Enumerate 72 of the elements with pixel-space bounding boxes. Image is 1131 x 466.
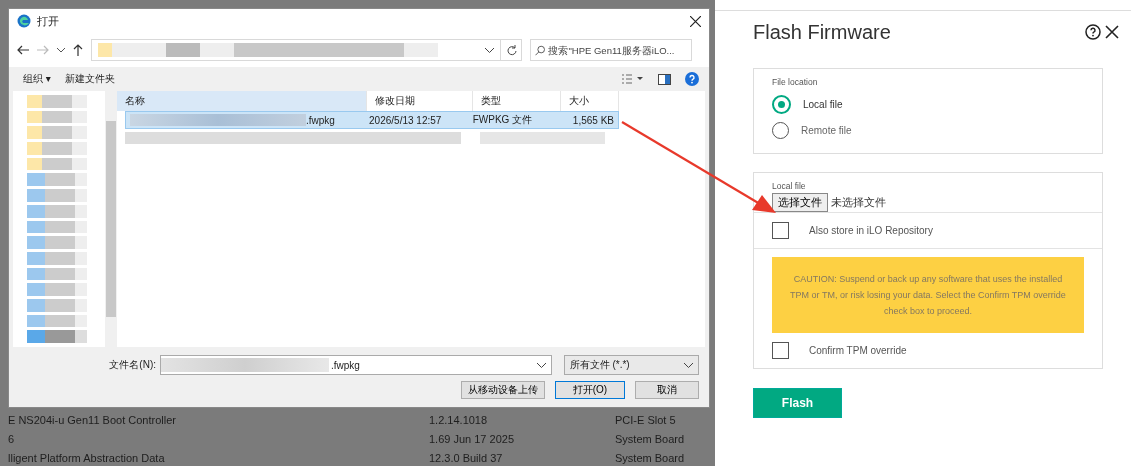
blurred-folder-item[interactable]: [27, 251, 87, 265]
blurred-folder-item[interactable]: [27, 236, 87, 249]
file-date: 2026/5/13 12:57: [368, 114, 443, 126]
checkbox[interactable]: [772, 222, 789, 239]
dialog-button[interactable]: 取消: [635, 381, 699, 399]
filename-value: .fwpkg: [331, 359, 360, 371]
blurred-folder-item[interactable]: [27, 220, 87, 234]
toolbar-button[interactable]: 新建文件夹: [64, 72, 115, 86]
checkbox-label: Confirm TPM override: [809, 345, 907, 356]
radio-button[interactable]: [772, 95, 791, 114]
forward-arrow-icon[interactable]: [37, 45, 49, 55]
chevron-down-icon: [684, 362, 693, 368]
blurred-folder-item[interactable]: [27, 173, 87, 187]
blurred-folder-item[interactable]: [27, 95, 87, 108]
refresh-icon: [505, 44, 517, 56]
table-cell-text: lligent Platform Abstraction Data: [7, 451, 166, 464]
table-cell-text: 6: [7, 432, 16, 445]
file-row[interactable]: .fwpkg 2026/5/13 12:57 FWPKG 文件 1,565 KB: [125, 111, 619, 129]
table-cell: System Board: [615, 451, 685, 464]
field-label: Local file: [772, 181, 807, 191]
table-cell-text: E NS204i-u Gen11 Boot Controller: [7, 413, 177, 426]
close-icon[interactable]: [1105, 25, 1119, 39]
blurred-folder-item[interactable]: [27, 110, 87, 124]
blurred-folder-item[interactable]: [27, 157, 87, 171]
blurred-folder-item[interactable]: [27, 142, 87, 155]
choose-file-button[interactable]: 选择文件: [772, 193, 828, 212]
radio-label: Remote file: [801, 125, 852, 136]
blurred-folder-item[interactable]: [27, 204, 87, 218]
search-icon: [535, 44, 546, 56]
table-cell-text: 1.2.14.1018: [429, 413, 489, 426]
toolbar-button[interactable]: 组织 ▾: [23, 72, 51, 86]
file-name: .fwpkg: [306, 114, 335, 126]
column-header[interactable]: 名称: [117, 91, 367, 111]
table-cell: PCI-E Slot 5: [615, 413, 676, 426]
chevron-down-icon[interactable]: [57, 47, 65, 53]
checkbox[interactable]: [772, 342, 789, 359]
file-size: 1,565 KB: [571, 114, 615, 126]
back-arrow-icon[interactable]: [17, 45, 29, 55]
refresh-button[interactable]: [500, 39, 522, 61]
help-icon[interactable]: [1085, 24, 1101, 40]
table-cell-text: 1.69 Jun 17 2025: [429, 432, 516, 445]
panel-title: Flash Firmware: [753, 20, 891, 44]
blurred-folder-item[interactable]: [27, 330, 87, 343]
filename-label: 文件名(N):: [108, 358, 157, 372]
address-field[interactable]: [91, 39, 501, 61]
file-type: FWPKG 文件: [471, 113, 534, 127]
table-cell: System Board: [615, 432, 685, 445]
view-options-icon[interactable]: [622, 74, 644, 84]
blurred-folder-item[interactable]: [27, 283, 87, 296]
close-icon[interactable]: [690, 15, 701, 27]
preview-pane-icon[interactable]: [658, 73, 671, 85]
dialog-button[interactable]: 打开(O): [555, 381, 625, 399]
browser-logo-icon: [17, 14, 31, 28]
file-type-dropdown[interactable]: 所有文件 (*.*): [563, 355, 699, 375]
filename-field[interactable]: .fwpkg: [160, 355, 552, 375]
table-cell-text: 12.3.0 Build 37: [429, 451, 504, 464]
dialog-title: 打开: [37, 13, 59, 29]
radio-label: Local file: [803, 99, 843, 110]
caution-message: CAUTION: Suspend or back up any software that uses the installed TPM or TM, or risk losing your data. Select the Confirm TPM override check box to proceed.: [772, 257, 1084, 333]
chevron-down-icon[interactable]: [485, 47, 494, 53]
up-arrow-icon[interactable]: [73, 44, 83, 56]
blurred-folder-item[interactable]: [27, 126, 87, 140]
blurred-folder-item[interactable]: [27, 314, 87, 328]
search-field[interactable]: 搜索"HPE Gen11服务器iLO...: [530, 39, 692, 61]
field-label: File location: [772, 77, 819, 87]
dialog-button[interactable]: 从移动设备上传: [461, 381, 545, 399]
chevron-down-icon[interactable]: [536, 362, 546, 368]
no-file-text: 未选择文件: [831, 195, 886, 210]
blurred-folder-item[interactable]: [27, 189, 87, 202]
blurred-folder-item[interactable]: [27, 298, 87, 312]
checkbox-label: Also store in iLO Repository: [809, 225, 933, 236]
blurred-folder-item[interactable]: [27, 267, 87, 281]
